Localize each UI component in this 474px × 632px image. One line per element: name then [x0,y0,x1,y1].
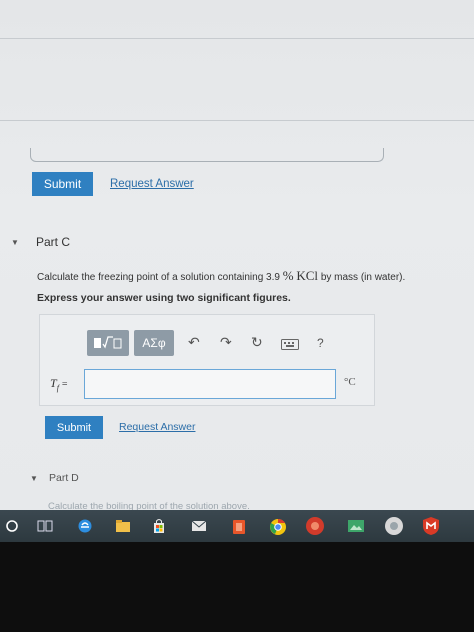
previous-answer-box[interactable] [30,148,384,162]
media-icon[interactable] [304,516,326,536]
undo-icon[interactable]: ↶ [188,334,200,351]
mcafee-icon[interactable] [420,516,442,536]
answer-input[interactable] [84,369,336,399]
store-icon[interactable] [150,518,168,534]
part-b-request-answer-link[interactable]: Request Answer [110,178,194,190]
task-view-icon[interactable] [36,518,54,534]
collapse-caret-icon[interactable]: ▼ [11,238,19,247]
part-c-instruction: Express your answer using two significan… [37,292,291,304]
part-b-submit-button[interactable]: Submit [32,172,93,196]
office-icon[interactable] [230,518,248,536]
templates-button[interactable] [87,330,129,356]
part-c-question: Calculate the freezing point of a soluti… [37,268,406,283]
browser-viewport: Submit Request Answer ▼ Part C Calculate… [0,0,474,515]
answer-variable-label: Tf = [50,376,68,393]
mail-icon[interactable] [190,518,208,534]
reset-icon[interactable]: ↻ [251,334,263,351]
section-divider [0,120,474,121]
part-d-title: Part D [49,472,79,484]
help-icon[interactable]: ? [317,336,324,350]
collapse-caret-icon[interactable]: ▼ [30,474,38,483]
photos-icon[interactable] [346,518,366,534]
file-explorer-icon[interactable] [114,518,132,534]
answer-unit: °C [344,376,356,388]
part-c-title: Part C [36,235,71,249]
templates-icon [94,336,122,349]
chrome-icon[interactable] [268,518,288,536]
greek-symbols-button[interactable]: ΑΣφ [134,330,174,356]
part-c-request-answer-link[interactable]: Request Answer [119,421,195,433]
screen-bezel [0,542,474,632]
redo-icon[interactable]: ↷ [220,334,232,351]
part-c-submit-button[interactable]: Submit [45,416,103,439]
section-divider [0,38,474,39]
keyboard-icon[interactable] [281,337,299,353]
start-icon[interactable] [4,518,20,534]
groove-icon[interactable] [383,515,405,537]
edge-icon[interactable] [76,518,94,534]
